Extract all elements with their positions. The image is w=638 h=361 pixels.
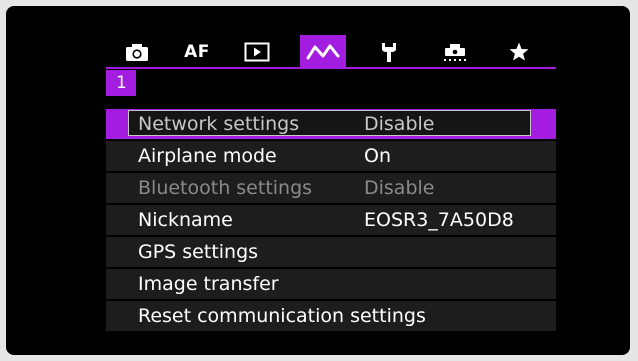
page-indicator: 1 <box>106 70 556 96</box>
menu-item-airplane-mode[interactable]: Airplane mode On <box>106 141 556 171</box>
tab-underline <box>106 67 556 69</box>
menu-item-value: Disable <box>364 113 435 135</box>
menu-item-nickname[interactable]: Nickname EOSR3_7A50D8 <box>106 205 556 235</box>
menu-item-label: Network settings <box>138 113 300 135</box>
play-icon <box>244 42 270 62</box>
camera-menu-screen: AF 1 Network settings Disable Airplane m… <box>6 6 630 355</box>
tab-custom[interactable] <box>432 35 478 69</box>
menu-item-label: Image transfer <box>138 273 279 295</box>
tab-af-label: AF <box>184 42 210 62</box>
menu-item-reset-communication-settings[interactable]: Reset communication settings <box>106 301 556 331</box>
menu-item-value: On <box>364 145 391 167</box>
custom-functions-icon <box>444 44 466 61</box>
menu-list: Network settings Disable Airplane mode O… <box>106 109 556 333</box>
tab-af[interactable]: AF <box>174 35 220 69</box>
tab-shooting[interactable] <box>114 35 160 69</box>
tab-my-menu[interactable] <box>496 35 542 69</box>
menu-item-bluetooth-settings[interactable]: Bluetooth settings Disable <box>106 173 556 203</box>
wireless-icon <box>306 44 340 60</box>
menu-item-label: Reset communication settings <box>138 305 426 327</box>
menu-tab-bar: AF <box>106 35 556 69</box>
menu-item-label: Nickname <box>138 209 233 231</box>
camera-icon <box>126 44 148 61</box>
menu-item-label: Airplane mode <box>138 145 277 167</box>
star-icon <box>509 42 529 61</box>
menu-item-label: Bluetooth settings <box>138 177 313 199</box>
menu-item-value: Disable <box>364 177 435 199</box>
tab-playback[interactable] <box>234 35 280 69</box>
page-number[interactable]: 1 <box>106 70 136 96</box>
menu-item-label: GPS settings <box>138 241 259 263</box>
menu-item-gps-settings[interactable]: GPS settings <box>106 237 556 267</box>
menu-item-image-transfer[interactable]: Image transfer <box>106 269 556 299</box>
menu-item-value: EOSR3_7A50D8 <box>364 209 514 231</box>
wrench-icon <box>382 43 396 62</box>
tab-wireless[interactable] <box>300 35 346 69</box>
tab-setup[interactable] <box>366 35 412 69</box>
menu-item-network-settings[interactable]: Network settings Disable <box>106 109 556 139</box>
